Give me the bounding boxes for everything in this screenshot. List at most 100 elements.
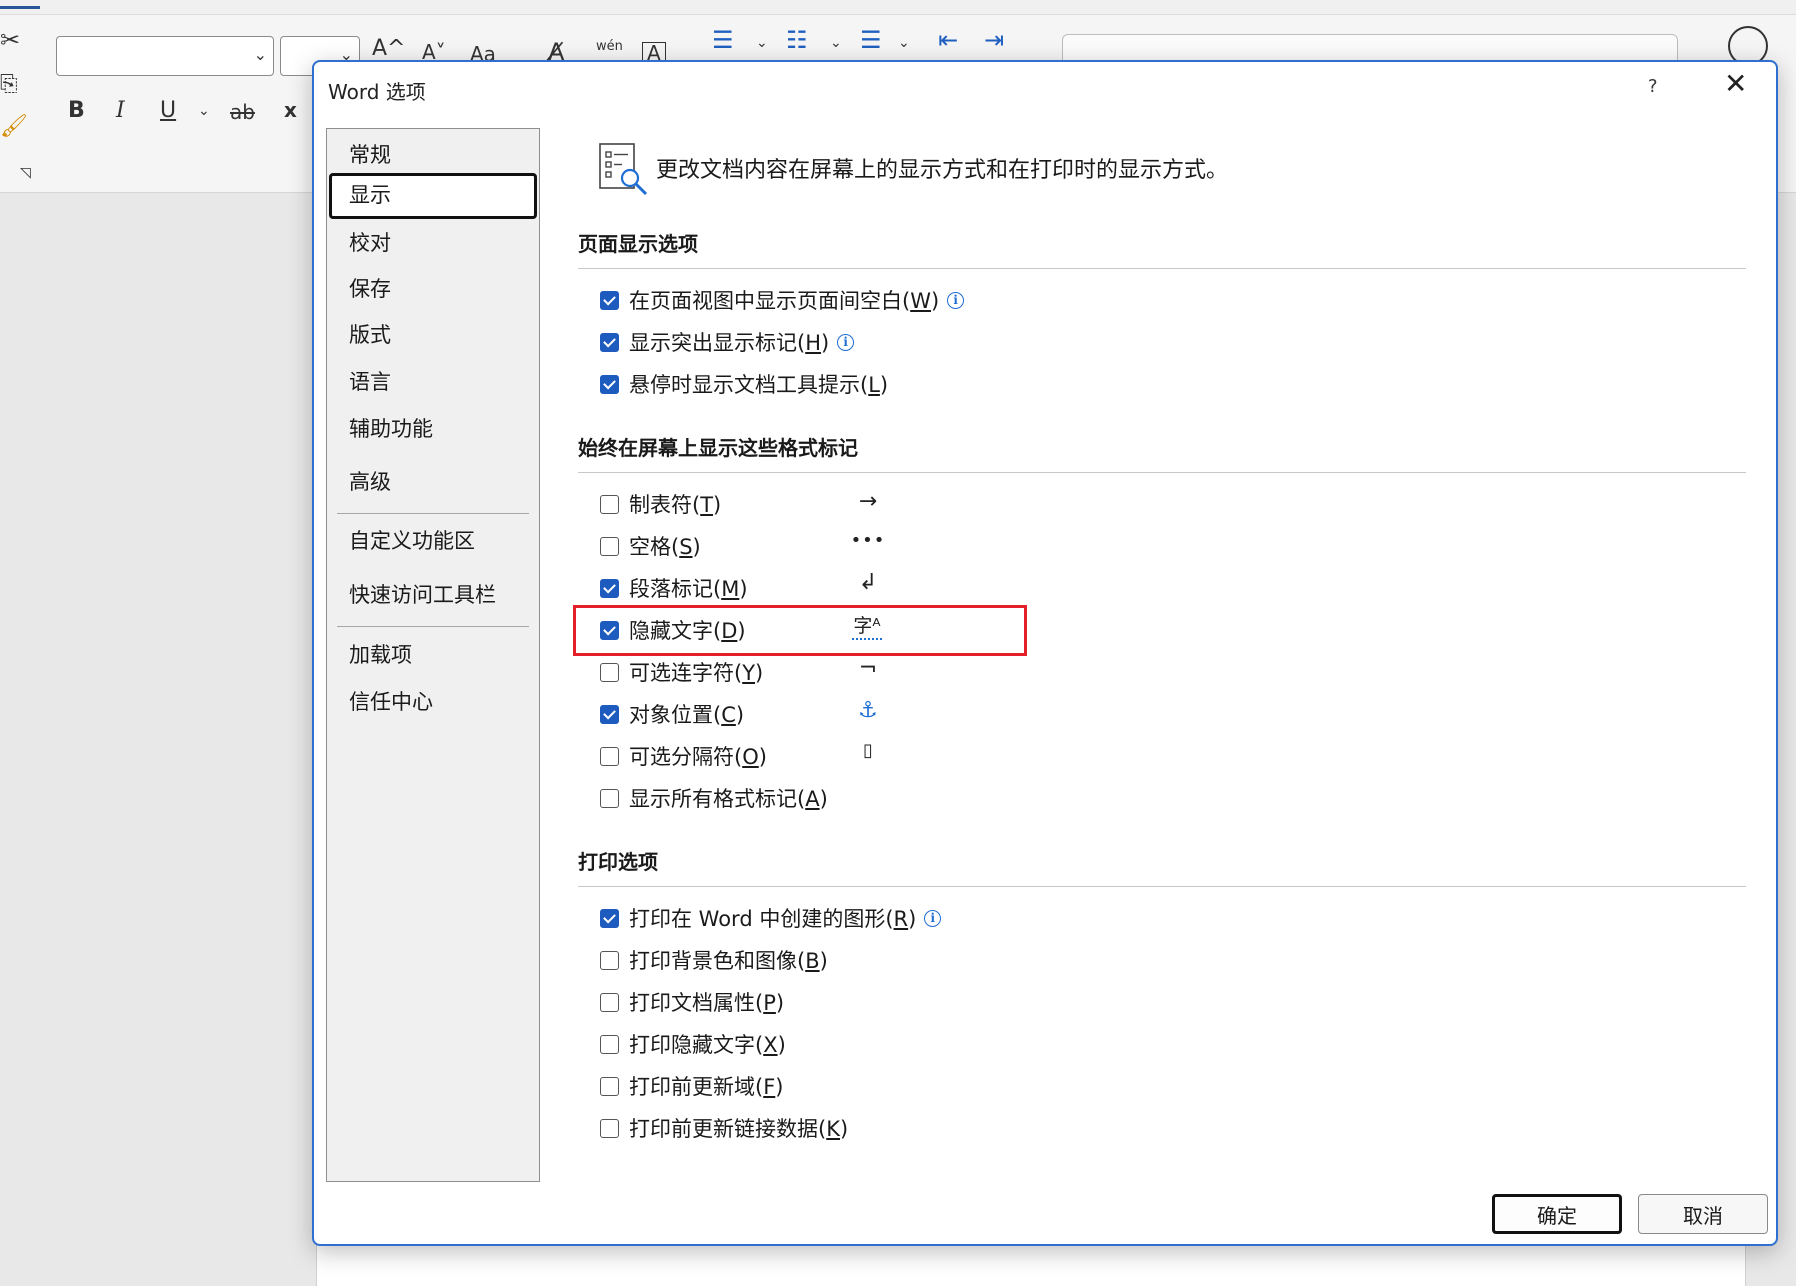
option-show-all-marks[interactable]: 显示所有格式标记(A): [600, 783, 828, 813]
paragraph-mark-icon: ↲: [858, 570, 878, 595]
nav-item-advanced[interactable]: 高级: [329, 460, 537, 504]
info-icon[interactable]: i: [837, 333, 855, 351]
option-show-whitespace[interactable]: 在页面视图中显示页面间空白(W) i: [600, 285, 965, 315]
info-icon[interactable]: i: [947, 291, 965, 309]
option-tab-characters[interactable]: 制表符(T): [600, 489, 721, 519]
option-print-properties[interactable]: 打印文档属性(P): [600, 987, 784, 1017]
nav-item-proofing[interactable]: 校对: [329, 221, 537, 265]
close-icon[interactable]: ✕: [1724, 70, 1747, 98]
option-show-tooltips[interactable]: 悬停时显示文档工具提示(L): [600, 369, 888, 399]
option-optional-breaks[interactable]: 可选分隔符(O): [600, 741, 767, 771]
nav-item-trust-center[interactable]: 信任中心: [329, 680, 537, 724]
option-print-background[interactable]: 打印背景色和图像(B): [600, 945, 828, 975]
option-optional-hyphens[interactable]: 可选连字符(Y): [600, 657, 763, 687]
option-label: 空格(S): [629, 535, 701, 559]
nav-item-customize-ribbon[interactable]: 自定义功能区: [329, 519, 537, 563]
grow-font-icon[interactable]: A^: [372, 38, 405, 60]
title-strip: [0, 0, 1796, 15]
checkbox[interactable]: [600, 992, 619, 1012]
option-print-hidden-text[interactable]: 打印隐藏文字(X): [600, 1029, 786, 1059]
underline-icon[interactable]: U: [160, 100, 176, 122]
option-label: 可选分隔符(O): [629, 745, 767, 769]
checkbox[interactable]: [600, 746, 619, 766]
checkbox[interactable]: [600, 908, 619, 928]
help-icon[interactable]: ?: [1648, 76, 1658, 97]
italic-icon[interactable]: I: [116, 100, 125, 122]
option-update-links[interactable]: 打印前更新链接数据(K): [600, 1113, 848, 1143]
bold-icon[interactable]: B: [68, 100, 85, 122]
nav-item-add-ins[interactable]: 加载项: [329, 633, 537, 677]
nav-item-accessibility[interactable]: 辅助功能: [329, 407, 537, 451]
section-divider: [578, 886, 1746, 887]
checkbox[interactable]: [600, 1034, 619, 1054]
option-object-anchors[interactable]: 对象位置(C): [600, 699, 744, 729]
tab-mark-icon: →: [858, 489, 878, 514]
option-show-highlighter[interactable]: 显示突出显示标记(H) i: [600, 327, 855, 357]
section-title-page-display: 页面显示选项: [578, 232, 698, 256]
option-label: 显示所有格式标记(A): [629, 787, 828, 811]
chevron-down-icon[interactable]: ⌄: [756, 36, 768, 50]
dialog-launcher-icon[interactable]: ◹: [20, 166, 31, 180]
dialog-description: 更改文档内容在屏幕上的显示方式和在打印时的显示方式。: [656, 158, 1229, 183]
subscript-icon[interactable]: x: [284, 100, 297, 120]
option-label: 打印前更新链接数据(K): [629, 1117, 849, 1141]
nav-item-language[interactable]: 语言: [329, 360, 537, 404]
section-divider: [578, 268, 1746, 269]
checkbox[interactable]: [600, 704, 619, 724]
option-label: 悬停时显示文档工具提示(L): [629, 373, 889, 397]
cancel-button[interactable]: 取消: [1638, 1194, 1768, 1234]
option-label: 段落标记(M): [629, 577, 748, 601]
option-print-drawings[interactable]: 打印在 Word 中创建的图形(R) i: [600, 903, 942, 933]
font-name-dropdown[interactable]: ⌄: [56, 36, 274, 76]
strikethrough-icon[interactable]: ab: [230, 102, 255, 122]
option-label: 打印背景色和图像(B): [629, 949, 828, 973]
ok-button[interactable]: 确定: [1492, 1194, 1622, 1234]
option-paragraph-marks[interactable]: 段落标记(M): [600, 573, 748, 603]
option-label: 打印隐藏文字(X): [629, 1033, 786, 1057]
brush-icon[interactable]: 🖌: [0, 116, 28, 138]
option-label: 可选连字符(Y): [629, 661, 764, 685]
section-title-print: 打印选项: [578, 850, 658, 874]
checkbox[interactable]: [600, 788, 619, 808]
option-label: 打印前更新域(F): [629, 1075, 784, 1099]
nav-item-general[interactable]: 常规: [329, 133, 537, 177]
checkbox[interactable]: [600, 536, 619, 556]
nav-item-save[interactable]: 保存: [329, 267, 537, 311]
bullets-icon[interactable]: ☰: [712, 28, 734, 52]
checkbox[interactable]: [600, 1076, 619, 1096]
option-update-fields[interactable]: 打印前更新域(F): [600, 1071, 784, 1101]
checkbox[interactable]: [600, 950, 619, 970]
checkbox[interactable]: [600, 374, 619, 394]
anchor-icon: ⚓: [858, 698, 878, 723]
info-icon[interactable]: i: [924, 909, 942, 927]
option-spaces[interactable]: 空格(S): [600, 531, 701, 561]
option-label: 在页面视图中显示页面间空白(W): [629, 289, 940, 313]
active-tab-indicator: [0, 6, 40, 9]
checkbox[interactable]: [600, 662, 619, 682]
phonetic-guide-icon[interactable]: wén: [596, 40, 623, 53]
option-label: 打印在 Word 中创建的图形(R): [629, 907, 917, 931]
decrease-indent-icon[interactable]: ⇤: [938, 28, 958, 52]
option-label: 打印文档属性(P): [629, 991, 785, 1015]
checkbox[interactable]: [600, 1118, 619, 1138]
checkbox[interactable]: [600, 290, 619, 310]
nav-item-quick-access-toolbar[interactable]: 快速访问工具栏: [329, 573, 537, 617]
checkbox[interactable]: [600, 578, 619, 598]
nav-item-layout[interactable]: 版式: [329, 313, 537, 357]
chevron-down-icon[interactable]: ⌄: [830, 36, 842, 50]
scissors-icon[interactable]: ✂: [0, 28, 20, 52]
chevron-down-icon[interactable]: ⌄: [198, 104, 210, 118]
dialog-title: Word 选项: [328, 80, 426, 104]
checkbox[interactable]: [600, 494, 619, 514]
shrink-font-icon[interactable]: A˅: [422, 42, 446, 62]
chevron-down-icon[interactable]: ⌄: [898, 36, 910, 50]
nav-item-display[interactable]: 显示: [329, 173, 537, 219]
nav-separator: [337, 513, 529, 514]
copy-icon[interactable]: ⎘: [0, 74, 18, 96]
checkbox[interactable]: [600, 332, 619, 352]
numbering-icon[interactable]: ☷: [786, 28, 808, 52]
multilevel-list-icon[interactable]: ☰: [860, 28, 882, 52]
options-nav: 常规 显示 校对 保存 版式 语言 辅助功能 高级 自定义功能区 快速访问工具栏…: [326, 128, 540, 1182]
optional-break-icon: ▯: [863, 740, 873, 761]
increase-indent-icon[interactable]: ⇥: [984, 28, 1004, 52]
